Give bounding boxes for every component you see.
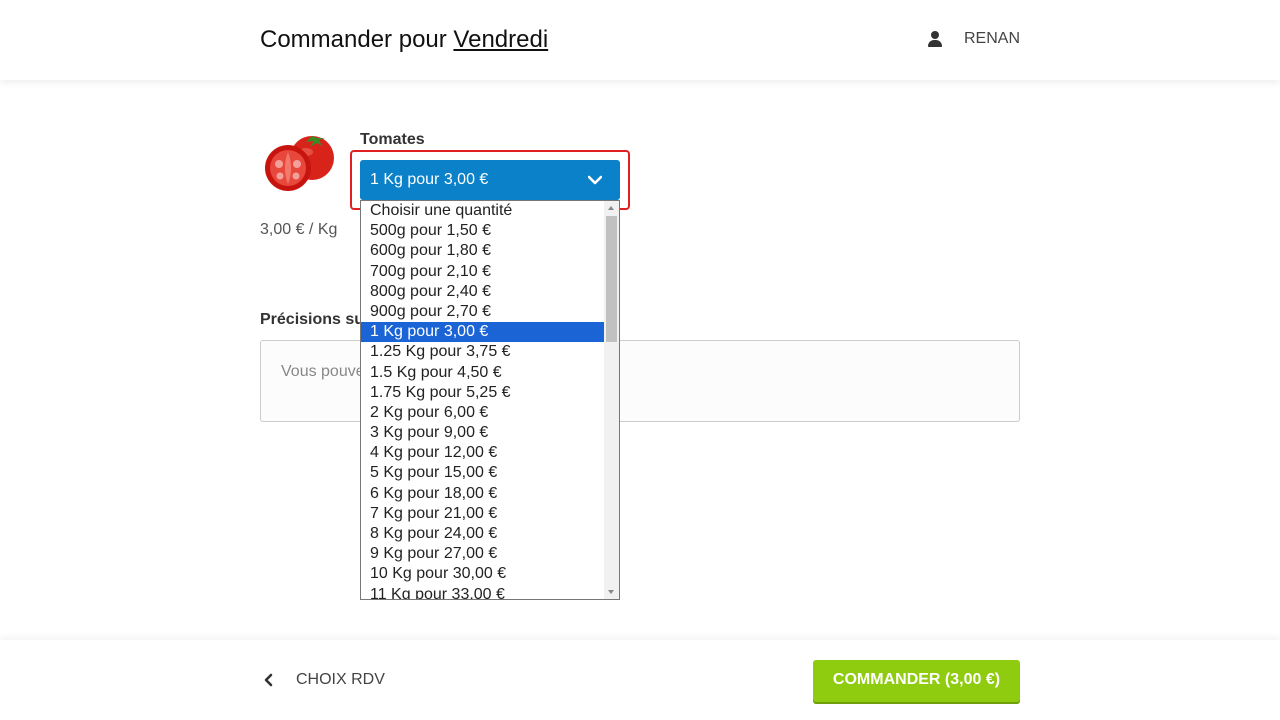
quantity-option[interactable]: 1.5 Kg pour 4,50 €	[361, 363, 605, 383]
notes-placeholder: Vous pouve	[281, 363, 365, 380]
page-title-prefix: Commander pour	[260, 26, 447, 53]
quantity-option[interactable]: 800g pour 2,40 €	[361, 282, 605, 302]
quantity-select[interactable]: 1 Kg pour 3,00 €	[360, 160, 620, 200]
dropdown-scrollbar[interactable]	[604, 201, 619, 599]
quantity-select-value: 1 Kg pour 3,00 €	[370, 171, 489, 188]
day-link[interactable]: Vendredi	[453, 26, 548, 53]
quantity-option[interactable]: 900g pour 2,70 €	[361, 302, 605, 322]
quantity-option[interactable]: 1.25 Kg pour 3,75 €	[361, 342, 605, 362]
back-label: CHOIX RDV	[296, 671, 385, 688]
footer-bar: CHOIX RDV COMMANDER (3,00 €)	[0, 640, 1280, 720]
quantity-option[interactable]: 1 Kg pour 3,00 €	[361, 322, 605, 343]
chevron-down-icon	[588, 175, 602, 185]
quantity-dropdown-list[interactable]: Choisir une quantité 500g pour 1,50 €600g…	[360, 200, 620, 600]
chevron-left-icon	[264, 673, 273, 687]
notes-label: Précisions su	[260, 311, 365, 328]
scroll-down-arrow-icon[interactable]	[608, 590, 614, 594]
quantity-option[interactable]: 7 Kg pour 21,00 €	[361, 504, 605, 524]
page-title: Commander pour Vendredi	[260, 26, 548, 54]
quantity-option[interactable]: 2 Kg pour 6,00 €	[361, 403, 605, 423]
tomato-image	[262, 128, 338, 194]
quantity-option[interactable]: 9 Kg pour 27,00 €	[361, 544, 605, 564]
quantity-option[interactable]: 1.75 Kg pour 5,25 €	[361, 383, 605, 403]
quantity-option[interactable]: 700g pour 2,10 €	[361, 262, 605, 282]
quantity-option[interactable]: 600g pour 1,80 €	[361, 241, 605, 261]
quantity-option[interactable]: 11 Kg pour 33,00 €	[361, 585, 605, 599]
quantity-option[interactable]: 4 Kg pour 12,00 €	[361, 443, 605, 463]
quantity-option[interactable]: 10 Kg pour 30,00 €	[361, 564, 605, 584]
back-button[interactable]: CHOIX RDV	[262, 671, 385, 689]
order-button[interactable]: COMMANDER (3,00 €)	[813, 660, 1020, 702]
quantity-option[interactable]: 5 Kg pour 15,00 €	[361, 463, 605, 483]
quantity-option[interactable]: 500g pour 1,50 €	[361, 221, 605, 241]
option-list: Choisir une quantité 500g pour 1,50 €600g…	[361, 201, 605, 599]
product-unit-price: 3,00 € / Kg	[260, 221, 338, 238]
user-icon	[927, 31, 942, 47]
scroll-up-arrow-icon[interactable]	[608, 206, 614, 210]
user-name: RENAN	[963, 30, 1020, 47]
quantity-option[interactable]: Choisir une quantité	[361, 201, 605, 221]
scrollbar-thumb[interactable]	[606, 216, 617, 342]
quantity-option[interactable]: 3 Kg pour 9,00 €	[361, 423, 605, 443]
quantity-option[interactable]: 6 Kg pour 18,00 €	[361, 484, 605, 504]
quantity-option[interactable]: 8 Kg pour 24,00 €	[361, 524, 605, 544]
top-bar: Commander pour Vendredi RENAN	[0, 0, 1280, 80]
user-menu[interactable]: RENAN	[927, 30, 1020, 48]
product-name: Tomates	[360, 131, 425, 148]
